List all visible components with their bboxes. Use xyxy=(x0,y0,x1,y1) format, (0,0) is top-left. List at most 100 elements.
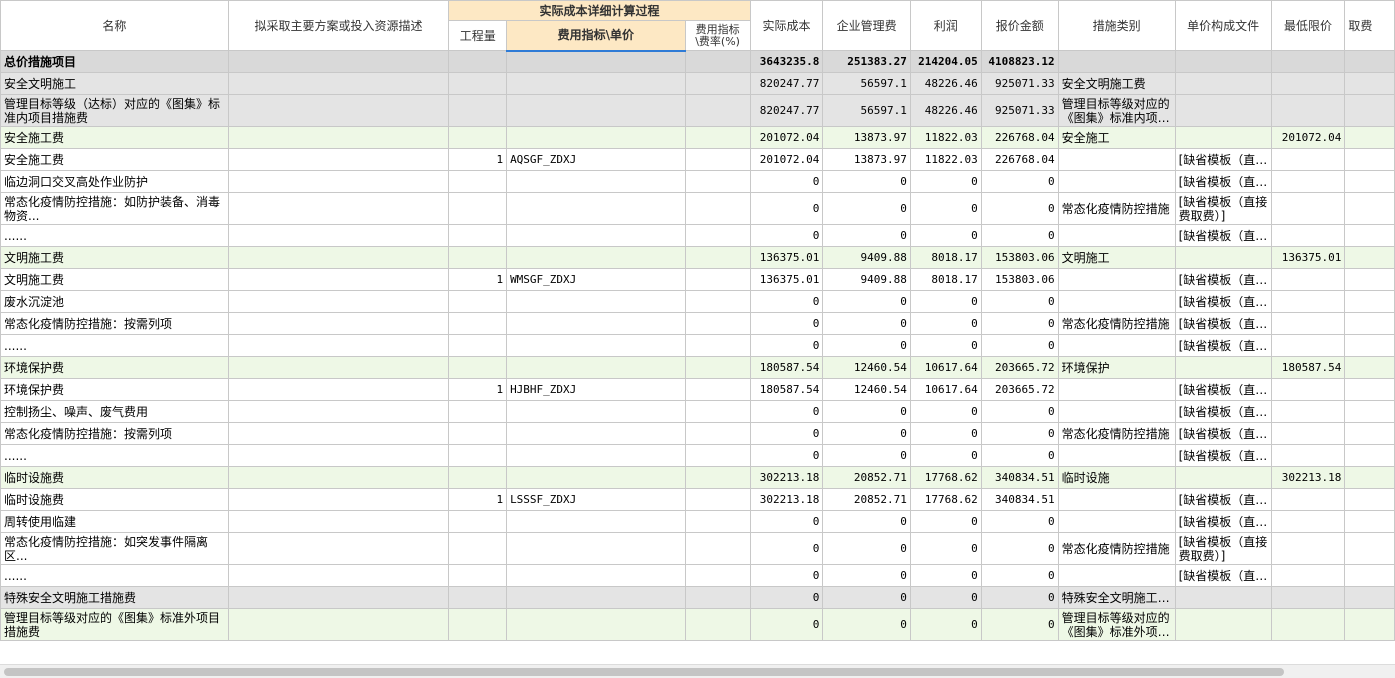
cell-fee-index[interactable] xyxy=(506,564,686,587)
cell-qty[interactable] xyxy=(448,334,508,357)
table-row[interactable]: 临时设施费 1 LSSSF_ZDXJ 302213.18 20852.71 17768.6… xyxy=(0,488,1395,511)
cell-profit[interactable]: 8018.17 xyxy=(909,246,982,269)
cell-min-price[interactable] xyxy=(1270,378,1346,401)
cell-profit[interactable]: 214204.05 xyxy=(909,50,982,73)
col-header-qty[interactable]: 工程量 xyxy=(448,20,508,51)
cell-min-price[interactable] xyxy=(1270,192,1346,225)
cell-extra[interactable] xyxy=(1344,192,1395,225)
cell-price-file[interactable]: [缺省模板（直… xyxy=(1174,148,1272,171)
cell-name[interactable]: 环境保护费 xyxy=(0,378,229,401)
cell-plan[interactable] xyxy=(227,400,450,423)
cell-name[interactable]: 周转使用临建 xyxy=(0,510,229,533)
cell-qty[interactable]: 1 xyxy=(448,488,508,511)
cell-min-price[interactable]: 201072.04 xyxy=(1270,126,1346,149)
cell-fee-rate[interactable] xyxy=(684,532,751,565)
cell-category[interactable]: 常态化疫情防控措施 xyxy=(1057,312,1176,335)
cell-price-file[interactable] xyxy=(1174,94,1272,127)
cell-profit[interactable]: 0 xyxy=(909,444,982,467)
cell-profit[interactable]: 11822.03 xyxy=(909,126,982,149)
cell-fee-rate[interactable] xyxy=(684,268,751,291)
cell-category[interactable] xyxy=(1057,400,1176,423)
table-row[interactable]: 常态化疫情防控措施：按需列项 0 0 0 0 常态化疫情防控措施 [缺省模板（直… xyxy=(0,312,1395,335)
cell-extra[interactable] xyxy=(1344,422,1395,445)
cell-actual-cost[interactable]: 0 xyxy=(749,224,824,247)
cell-price-file[interactable] xyxy=(1174,126,1272,149)
cell-profit[interactable]: 0 xyxy=(909,608,982,641)
cell-fee-rate[interactable] xyxy=(684,356,751,379)
cell-extra[interactable] xyxy=(1344,334,1395,357)
cell-profit[interactable]: 10617.64 xyxy=(909,378,982,401)
cell-category[interactable] xyxy=(1057,170,1176,193)
cell-category[interactable] xyxy=(1057,268,1176,291)
cell-name[interactable]: 管理目标等级（达标）对应的《图集》标准内项目措施费 xyxy=(0,94,229,127)
cell-quote[interactable]: 203665.72 xyxy=(980,356,1059,379)
cell-fee-index[interactable]: AQSGF_ZDXJ xyxy=(506,148,686,171)
cell-min-price[interactable] xyxy=(1270,312,1346,335)
cell-quote[interactable]: 0 xyxy=(980,290,1059,313)
cell-quote[interactable]: 203665.72 xyxy=(980,378,1059,401)
cell-plan[interactable] xyxy=(227,466,450,489)
cell-price-file[interactable]: [缺省模板（直… xyxy=(1174,510,1272,533)
scrollbar-thumb[interactable] xyxy=(4,668,1284,676)
cell-mgmt-fee[interactable]: 20852.71 xyxy=(822,488,911,511)
cell-mgmt-fee[interactable]: 0 xyxy=(822,608,911,641)
table-row[interactable]: 常态化疫情防控措施：按需列项 0 0 0 0 常态化疫情防控措施 [缺省模板（直… xyxy=(0,422,1395,445)
cell-profit[interactable]: 0 xyxy=(909,510,982,533)
cell-fee-rate[interactable] xyxy=(684,488,751,511)
cell-extra[interactable] xyxy=(1344,246,1395,269)
cell-plan[interactable] xyxy=(227,444,450,467)
cell-name[interactable]: 常态化疫情防控措施：如突发事件隔离区... xyxy=(0,532,229,565)
cell-fee-rate[interactable] xyxy=(684,586,751,609)
table-row[interactable]: 周转使用临建 0 0 0 0 [缺省模板（直… xyxy=(0,510,1395,533)
col-header-price-file[interactable]: 单价构成文件 xyxy=(1174,0,1272,51)
cell-mgmt-fee[interactable]: 12460.54 xyxy=(822,356,911,379)
cell-actual-cost[interactable]: 0 xyxy=(749,192,824,225)
cell-profit[interactable]: 17768.62 xyxy=(909,466,982,489)
cell-qty[interactable] xyxy=(448,422,508,445)
cell-extra[interactable] xyxy=(1344,466,1395,489)
cell-quote[interactable]: 0 xyxy=(980,564,1059,587)
cell-mgmt-fee[interactable]: 0 xyxy=(822,312,911,335)
horizontal-scrollbar[interactable] xyxy=(0,664,1395,678)
col-header-profit[interactable]: 利润 xyxy=(909,0,982,51)
cell-profit[interactable]: 0 xyxy=(909,532,982,565)
cell-name[interactable]: 文明施工费 xyxy=(0,268,229,291)
cell-quote[interactable]: 0 xyxy=(980,224,1059,247)
cell-name[interactable]: 临边洞口交叉高处作业防护 xyxy=(0,170,229,193)
cell-name[interactable]: 特殊安全文明施工措施费 xyxy=(0,586,229,609)
cell-actual-cost[interactable]: 0 xyxy=(749,532,824,565)
table-row[interactable]: 环境保护费 1 HJBHF_ZDXJ 180587.54 12460.54 10617.6… xyxy=(0,378,1395,401)
cell-plan[interactable] xyxy=(227,532,450,565)
cell-min-price[interactable] xyxy=(1270,224,1346,247)
cell-extra[interactable] xyxy=(1344,50,1395,73)
cell-mgmt-fee[interactable]: 9409.88 xyxy=(822,268,911,291)
cell-plan[interactable] xyxy=(227,246,450,269)
cell-plan[interactable] xyxy=(227,608,450,641)
cell-extra[interactable] xyxy=(1344,586,1395,609)
cell-category[interactable]: 安全施工 xyxy=(1057,126,1176,149)
cell-extra[interactable] xyxy=(1344,488,1395,511)
cell-fee-rate[interactable] xyxy=(684,224,751,247)
cell-extra[interactable] xyxy=(1344,356,1395,379)
cell-category[interactable] xyxy=(1057,510,1176,533)
cell-plan[interactable] xyxy=(227,422,450,445)
cell-min-price[interactable] xyxy=(1270,564,1346,587)
cell-profit[interactable]: 0 xyxy=(909,422,982,445)
cell-price-file[interactable]: [缺省模板（直… xyxy=(1174,564,1272,587)
cell-price-file[interactable]: [缺省模板（直… xyxy=(1174,224,1272,247)
cell-price-file[interactable]: [缺省模板（直接费取费）] xyxy=(1174,532,1272,565)
cell-fee-index[interactable]: WMSGF_ZDXJ xyxy=(506,268,686,291)
cell-mgmt-fee[interactable]: 13873.97 xyxy=(822,148,911,171)
table-row[interactable]: ...... 0 0 0 0 [缺省模板（直… xyxy=(0,564,1395,587)
cell-min-price[interactable] xyxy=(1270,444,1346,467)
cell-category[interactable]: 文明施工 xyxy=(1057,246,1176,269)
cell-actual-cost[interactable]: 302213.18 xyxy=(749,488,824,511)
cell-qty[interactable] xyxy=(448,290,508,313)
cell-mgmt-fee[interactable]: 13873.97 xyxy=(822,126,911,149)
cell-min-price[interactable] xyxy=(1270,148,1346,171)
cell-quote[interactable]: 0 xyxy=(980,422,1059,445)
cell-price-file[interactable] xyxy=(1174,356,1272,379)
col-header-category[interactable]: 措施类别 xyxy=(1057,0,1176,51)
table-row[interactable]: 常态化疫情防控措施：如突发事件隔离区... 0 0 0 0 常态化疫情防控措施 [缺省模板（… xyxy=(0,532,1395,565)
cell-fee-index[interactable] xyxy=(506,192,686,225)
